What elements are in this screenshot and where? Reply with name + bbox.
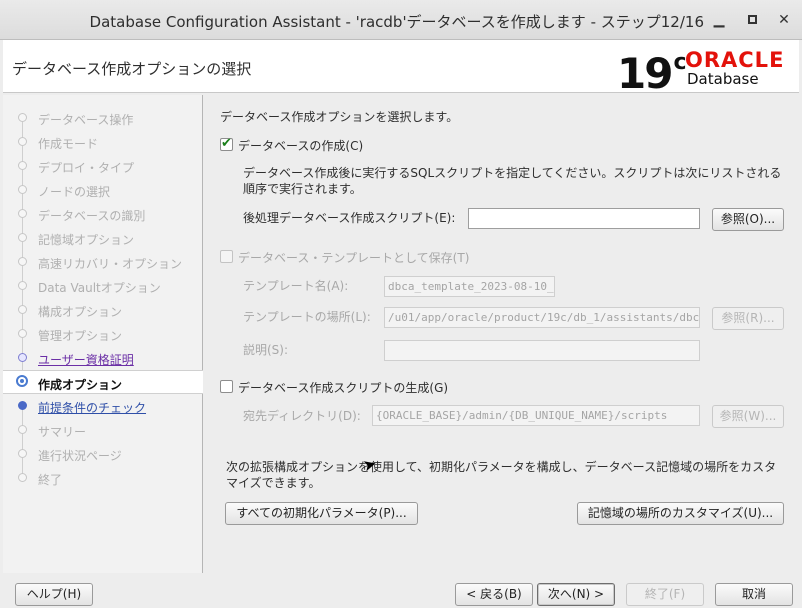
oracle-brand-logo: ORACLE bbox=[685, 48, 785, 72]
step-dot-icon bbox=[18, 401, 27, 410]
step-item: 構成オプション bbox=[3, 299, 203, 330]
minimize-icon[interactable]: ▁ bbox=[711, 12, 727, 28]
template-name-label: テンプレート名(A): bbox=[243, 279, 349, 293]
postscript-input[interactable] bbox=[468, 208, 700, 229]
window-titlebar: Database Configuration Assistant - 'racd… bbox=[0, 0, 802, 40]
step-item: サマリー bbox=[3, 419, 203, 450]
step-label: 記憶域オプション bbox=[38, 233, 135, 247]
page-title: データベース作成オプションの選択 bbox=[12, 60, 252, 78]
current-step-icon bbox=[16, 375, 28, 387]
step-label: 管理オプション bbox=[38, 329, 123, 343]
advanced-config-text: 次の拡張構成オプションを使用して、初期化パラメータを構成し、データベース記憶域の… bbox=[226, 460, 777, 490]
template-desc-input[interactable] bbox=[384, 340, 700, 361]
step-item: 記憶域オプション bbox=[3, 227, 203, 258]
step-item: 終了 bbox=[3, 467, 203, 489]
step-dot-icon bbox=[18, 185, 27, 194]
step-dot-icon bbox=[18, 305, 27, 314]
dest-browse-button[interactable]: 参照(W)... bbox=[712, 405, 784, 428]
step-dot-icon bbox=[18, 473, 27, 482]
template-name-input[interactable]: dbca_template_2023-08-10_12- bbox=[384, 276, 555, 297]
step-label: ノードの選択 bbox=[38, 185, 111, 199]
template-desc-label: 説明(S): bbox=[243, 343, 289, 357]
content-panel: データベース作成オプションを選択します。 ✔ データベースの作成(C) データベ… bbox=[204, 95, 799, 573]
template-browse-button[interactable]: 参照(R)... bbox=[712, 307, 784, 330]
step-dot-icon bbox=[18, 257, 27, 266]
all-init-params-button[interactable]: すべての初期化パラメータ(P)... bbox=[225, 502, 418, 525]
step-label: 作成オプション bbox=[38, 378, 123, 392]
step-label: Data Vaultオプション bbox=[38, 281, 161, 295]
step-dot-icon bbox=[18, 353, 27, 362]
close-icon[interactable]: ✕ bbox=[776, 12, 792, 28]
step-label: デプロイ・タイプ bbox=[38, 161, 135, 175]
intro-text: データベース作成オプションを選択します。 bbox=[220, 110, 459, 124]
step-item: デプロイ・タイプ bbox=[3, 155, 203, 186]
create-db-checkbox[interactable]: ✔ bbox=[220, 136, 233, 151]
oracle-product-name: Database bbox=[687, 70, 759, 88]
template-location-input[interactable]: /u01/app/oracle/product/19c/db_1/assista… bbox=[384, 307, 700, 328]
finish-button[interactable]: 終了(F) bbox=[626, 583, 704, 606]
step-dot-icon bbox=[18, 161, 27, 170]
create-db-label[interactable]: データベースの作成(C) bbox=[238, 137, 363, 154]
oracle-19c-logo: 19c bbox=[617, 49, 687, 98]
step-label: 構成オプション bbox=[38, 305, 123, 319]
step-label: データベース操作 bbox=[38, 113, 134, 127]
step-dot-icon bbox=[18, 209, 27, 218]
step-navigator: データベース操作 作成モード デプロイ・タイプ ノードの選択 データベースの識別… bbox=[3, 95, 203, 573]
step-label: 進行状況ページ bbox=[38, 449, 122, 463]
back-button[interactable]: < 戻る(B) bbox=[455, 583, 533, 606]
step-item: 進行状況ページ bbox=[3, 443, 203, 474]
step-item: データベース操作 bbox=[3, 107, 203, 138]
step-dot-icon bbox=[18, 281, 27, 290]
step-label: データベースの識別 bbox=[38, 209, 146, 223]
postscript-label: 後処理データベース作成スクリプト(E): bbox=[243, 211, 456, 225]
step-label: 終了 bbox=[38, 473, 63, 487]
gen-scripts-label[interactable]: データベース作成スクリプトの生成(G) bbox=[238, 379, 448, 396]
checkmark-icon: ✔ bbox=[221, 136, 232, 151]
step-item: ノードの選択 bbox=[3, 179, 203, 210]
dest-dir-label: 宛先ディレクトリ(D): bbox=[243, 409, 361, 423]
step-item: Data Vaultオプション bbox=[3, 275, 203, 306]
step-item: 管理オプション bbox=[3, 323, 203, 354]
step-dot-icon bbox=[18, 233, 27, 242]
step-label: サマリー bbox=[38, 425, 87, 439]
page-header: データベース作成オプションの選択 19c ORACLE Database bbox=[3, 40, 799, 97]
gen-scripts-checkbox[interactable] bbox=[220, 380, 233, 393]
step-item-user-credentials[interactable]: ユーザー資格証明 bbox=[3, 347, 203, 378]
step-dot-icon bbox=[18, 425, 27, 434]
step-item: 高速リカバリ・オプション bbox=[3, 251, 203, 282]
step-label[interactable]: ユーザー資格証明 bbox=[38, 351, 134, 368]
step-label[interactable]: 前提条件のチェック bbox=[38, 399, 146, 416]
step-item-current: 作成オプション bbox=[3, 370, 203, 394]
create-db-description: データベース作成後に実行するSQLスクリプトを指定してください。スクリプトは次に… bbox=[243, 166, 782, 196]
step-item: 作成モード bbox=[3, 131, 203, 162]
help-button[interactable]: ヘルプ(H) bbox=[15, 583, 93, 606]
save-template-label[interactable]: データベース・テンプレートとして保存(T) bbox=[238, 249, 469, 266]
step-dot-icon bbox=[18, 137, 27, 146]
step-label: 高速リカバリ・オプション bbox=[38, 257, 183, 271]
step-dot-icon bbox=[18, 329, 27, 338]
cancel-button[interactable]: 取消 bbox=[715, 583, 793, 606]
step-label: 作成モード bbox=[38, 137, 99, 151]
dest-dir-input[interactable]: {ORACLE_BASE}/admin/{DB_UNIQUE_NAME}/scr… bbox=[372, 405, 700, 426]
template-location-label: テンプレートの場所(L): bbox=[243, 310, 371, 324]
step-dot-icon bbox=[18, 113, 27, 122]
step-dot-icon bbox=[18, 449, 27, 458]
customize-storage-button[interactable]: 記憶域の場所のカスタマイズ(U)... bbox=[577, 502, 784, 525]
window-title: Database Configuration Assistant - 'racd… bbox=[89, 13, 704, 31]
step-item-prereq-check[interactable]: 前提条件のチェック bbox=[3, 395, 203, 426]
step-item: データベースの識別 bbox=[3, 203, 203, 234]
save-template-checkbox[interactable] bbox=[220, 250, 233, 263]
next-button[interactable]: 次へ(N) > bbox=[537, 583, 615, 606]
postscript-browse-button[interactable]: 参照(O)... bbox=[712, 208, 784, 231]
maximize-icon[interactable] bbox=[744, 12, 760, 28]
